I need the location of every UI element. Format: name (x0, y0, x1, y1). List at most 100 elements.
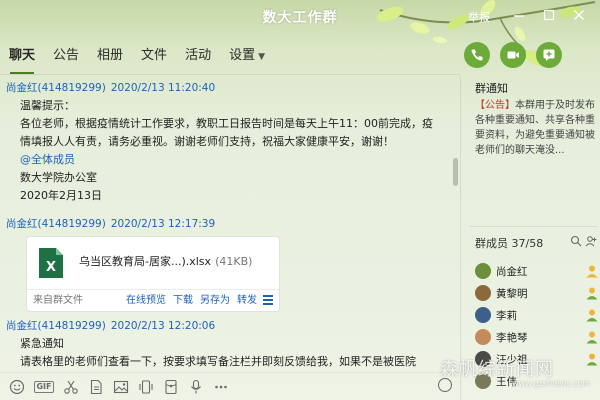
chat-window: 数大工作群 举报 聊天 公告 相册 文件 活动 设置 ▼ 尚金红(4148192… (0, 0, 600, 400)
members-title: 群成员 37/58 (475, 237, 544, 250)
message-time: 2020/2/13 12:17:39 (110, 218, 216, 230)
input-toolbar: GIF (0, 372, 460, 400)
avatar (475, 263, 491, 279)
tab-label: 聊天 (9, 48, 36, 63)
red-packet-icon[interactable] (163, 379, 179, 395)
close-icon[interactable] (570, 6, 588, 24)
file-name[interactable]: 乌当区教育局-居家...).xlsx (41KB) (79, 253, 252, 269)
message-line: 情填报人人有责，请务必重视。谢谢老师们支持，祝福大家健康平安，谢谢！ (20, 135, 394, 148)
tab-chat[interactable]: 聊天 (0, 44, 44, 74)
tab-label: 公告 (53, 48, 80, 63)
message-time: 2020/2/13 11:20:40 (110, 82, 216, 94)
member-role-icon (586, 331, 598, 344)
file-size: (41KB) (215, 255, 253, 268)
more-icon[interactable] (213, 379, 229, 395)
tab-files[interactable]: 文件 (132, 44, 176, 70)
tab-label: 相册 (97, 48, 124, 63)
watermark: 森帆综新闻网 www.gzsfnews.com (440, 355, 600, 400)
message-line: 各位老师，根据疫情统计工作要求，教职工日报告时间是每天上午11：00前完成，疫 (20, 117, 433, 130)
member-item[interactable]: 李莉 (475, 305, 600, 325)
tab-label: 活动 (185, 48, 212, 63)
download-link[interactable]: 下载 (173, 290, 193, 311)
message-header: 尚金红(414819299) 2020/2/13 11:20:40 (6, 80, 433, 95)
tab-settings[interactable]: 设置 ▼ (220, 44, 274, 70)
file-card-footer: 来自群文件 在线预览 下载 另存为 转发 (27, 289, 279, 311)
svg-text:X: X (46, 260, 56, 275)
avatar (475, 307, 491, 323)
tab-bar: 聊天 公告 相册 文件 活动 设置 ▼ (0, 44, 274, 74)
message-line: 温馨提示： (20, 99, 75, 112)
maximize-icon[interactable] (540, 6, 558, 24)
sender-qq[interactable]: (414819299) (38, 82, 106, 94)
notice-content[interactable]: 【公告】本群用于及时发布各种重要通知、共享各种重要资料，为避免重要通知被老师们的… (475, 98, 600, 158)
mention-all[interactable]: @全体成员 (20, 151, 433, 169)
side-panel: 群通知 【公告】本群用于及时发布各种重要通知、共享各种重要资料，为避免重要通知被… (460, 76, 600, 400)
sender-qq[interactable]: (414819299) (38, 218, 106, 230)
sender-name[interactable]: 尚金红 (6, 320, 38, 332)
divider (469, 226, 597, 227)
message: 尚金红(414819299) 2020/2/13 12:17:39 (6, 216, 215, 231)
member-role-icon (586, 287, 598, 300)
member-name: 尚金红 (496, 265, 528, 278)
message: 尚金红(414819299) 2020/2/13 12:20:06 紧急通知 请表… (6, 318, 416, 371)
member-role-icon (586, 265, 598, 278)
sender-name[interactable]: 尚金红 (6, 82, 38, 94)
tab-activities[interactable]: 活动 (176, 44, 220, 70)
member-item[interactable]: 尚金红 (475, 261, 600, 281)
watermark-url: www.gzsfnews.com (512, 379, 591, 388)
scissors-icon[interactable] (63, 379, 79, 395)
file-source: 来自群文件 (33, 295, 83, 306)
avatar (475, 285, 491, 301)
mic-icon[interactable] (188, 379, 204, 395)
save-as-link[interactable]: 另存为 (200, 290, 230, 311)
add-app-icon[interactable] (536, 42, 562, 68)
title-bar: 数大工作群 举报 (0, 0, 600, 34)
shake-icon[interactable] (138, 379, 154, 395)
tab-label: 设置 (229, 48, 256, 63)
file-name-text: 乌当区教育局-居家...).xlsx (79, 255, 212, 268)
message-line: 数大学院办公室 (20, 171, 97, 184)
call-toolbar (464, 42, 562, 68)
video-icon[interactable] (500, 42, 526, 68)
message-line: 2020年2月13日 (20, 189, 102, 202)
report-link[interactable]: 举报 (468, 9, 490, 25)
gif-icon[interactable]: GIF (34, 380, 54, 393)
chat-scrollbar[interactable] (453, 158, 458, 186)
add-member-icon[interactable] (585, 235, 597, 247)
notice-title: 群通知 (475, 82, 508, 95)
member-name: 李艳琴 (496, 331, 528, 344)
message-body: 紧急通知 请表格里的老师们查看一下，按要求填写备注栏并即刻反馈给我，如果不是被医… (20, 335, 416, 371)
message-body: 温馨提示： 各位老师，根据疫情统计工作要求，教职工日报告时间是每天上午11：00… (20, 97, 433, 205)
chat-area[interactable]: 尚金红(414819299) 2020/2/13 11:20:40 温馨提示： 各… (0, 76, 458, 371)
message-header: 尚金红(414819299) 2020/2/13 12:17:39 (6, 216, 215, 231)
menu-icon[interactable] (263, 295, 273, 307)
tab-album[interactable]: 相册 (88, 44, 132, 70)
members-header: 群成员 37/58 (475, 235, 600, 251)
tab-label: 文件 (141, 48, 168, 63)
message-header: 尚金红(414819299) 2020/2/13 12:20:06 (6, 318, 416, 333)
member-name: 李莉 (496, 309, 517, 322)
divider (0, 74, 460, 75)
file-card[interactable]: X 乌当区教育局-居家...).xlsx (41KB) 来自群文件 在线预览 下载… (26, 236, 280, 312)
sender-name[interactable]: 尚金红 (6, 218, 38, 230)
phone-icon[interactable] (464, 42, 490, 68)
minimize-icon[interactable] (510, 6, 528, 24)
image-icon[interactable] (113, 379, 129, 395)
member-role-icon (586, 309, 598, 322)
avatar (475, 329, 491, 345)
member-tools (570, 235, 598, 250)
member-item[interactable]: 黄黎明 (475, 283, 600, 303)
search-icon[interactable] (570, 235, 582, 247)
preview-online-link[interactable]: 在线预览 (126, 290, 166, 311)
member-name: 黄黎明 (496, 287, 528, 300)
tab-announcement[interactable]: 公告 (44, 44, 88, 70)
forward-link[interactable]: 转发 (237, 290, 257, 311)
message-time: 2020/2/13 12:20:06 (110, 320, 216, 332)
message: 尚金红(414819299) 2020/2/13 11:20:40 温馨提示： 各… (6, 80, 433, 205)
file-icon[interactable] (88, 379, 104, 395)
excel-file-icon: X (39, 248, 63, 278)
emoji-icon[interactable] (9, 379, 25, 395)
member-item[interactable]: 李艳琴 (475, 327, 600, 347)
watermark-text: 森帆综新闻网 (440, 359, 554, 380)
sender-qq[interactable]: (414819299) (38, 320, 106, 332)
